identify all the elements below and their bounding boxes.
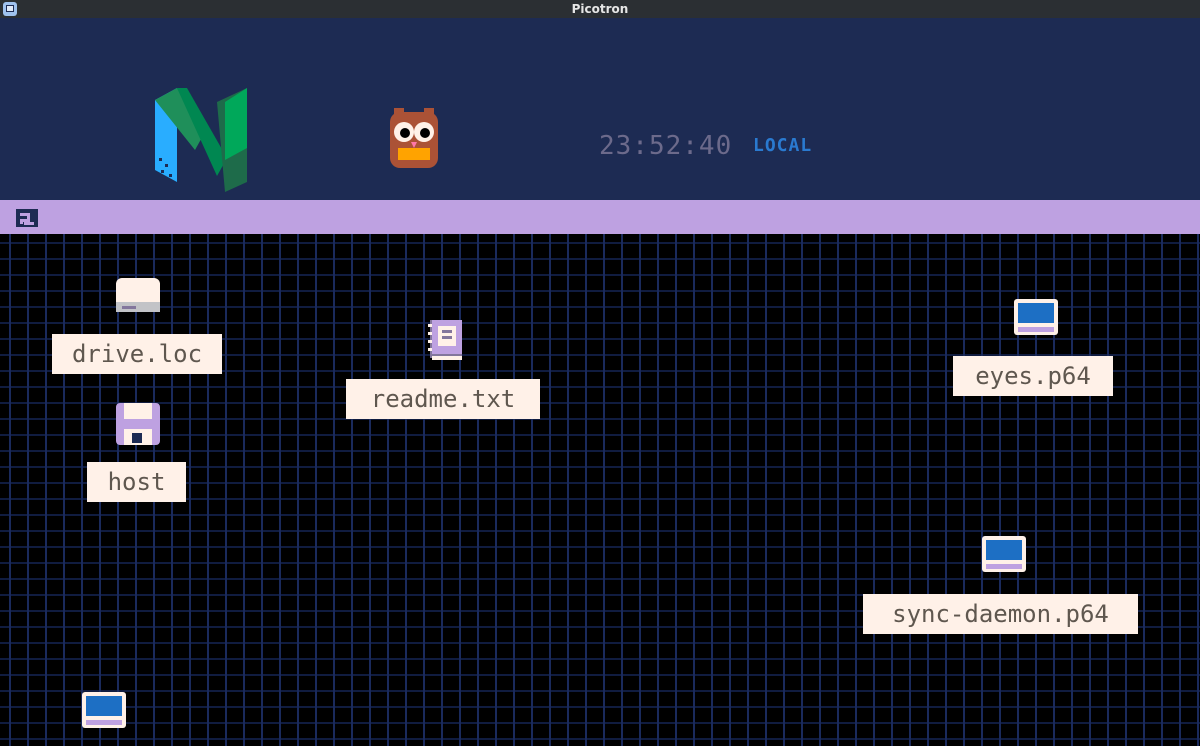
cartridge-icon[interactable]	[980, 534, 1028, 574]
n-logo-icon[interactable]	[155, 88, 251, 192]
drive-label-text: drive.loc	[71, 340, 203, 368]
owl-mascot-icon[interactable]	[384, 108, 444, 172]
sync-daemon-label-text: sync-daemon.p64	[892, 600, 1109, 628]
host-label-text: host	[107, 468, 166, 496]
readme-label-text: readme.txt	[370, 385, 516, 413]
eyes-label-text: eyes.p64	[975, 362, 1091, 390]
top-panel: 23:52:40 LOCAL	[0, 18, 1200, 200]
desktop-area[interactable]: drive.loc readme.txt eyes.p64 host sync-…	[0, 234, 1200, 746]
window-title: Picotron	[571, 2, 629, 16]
toolbar-strip	[0, 200, 1200, 234]
picotron-menu-icon[interactable]	[14, 207, 40, 229]
timezone-label[interactable]: LOCAL	[753, 133, 812, 159]
desktop-item-label[interactable]: eyes.p64	[953, 356, 1113, 396]
window-titlebar: Picotron	[0, 0, 1200, 18]
cartridge-icon[interactable]	[1012, 297, 1060, 337]
desktop-item-label[interactable]: host	[87, 462, 186, 502]
floppy-icon[interactable]	[114, 401, 162, 447]
desktop-item-label[interactable]: drive.loc	[52, 334, 222, 374]
desktop-item-label[interactable]: readme.txt	[346, 379, 540, 419]
clock-display: 23:52:40	[599, 131, 733, 161]
drive-icon[interactable]	[114, 276, 162, 316]
cartridge-icon[interactable]	[80, 690, 128, 730]
text-file-icon[interactable]	[424, 318, 466, 362]
desktop-item-label[interactable]: sync-daemon.p64	[863, 594, 1138, 634]
